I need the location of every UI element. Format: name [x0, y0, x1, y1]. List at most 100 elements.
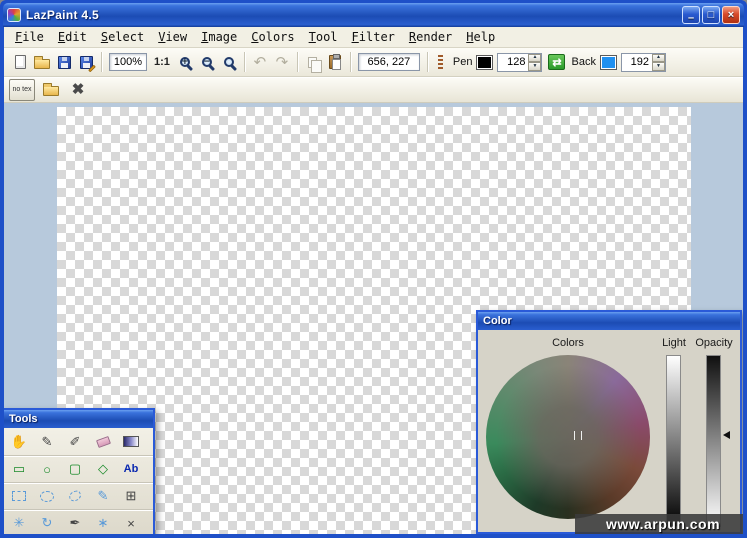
magic-wand-tool[interactable]: ✳ — [7, 512, 31, 534]
new-document-icon — [15, 55, 26, 69]
tools-panel-body: ✋ ✎ ✐ ▭ ○ ▢ ◇ Ab ✎ — [4, 428, 153, 534]
eraser-tool[interactable] — [91, 431, 115, 453]
save-button[interactable] — [53, 51, 75, 73]
text-tool[interactable]: Ab — [119, 458, 143, 480]
close-button[interactable]: × — [722, 6, 740, 24]
menu-help[interactable]: Help — [459, 28, 502, 46]
deformation-grid-tool[interactable]: ⊞ — [119, 485, 143, 507]
toolbar-separator — [350, 52, 351, 72]
new-image-button[interactable] — [9, 51, 31, 73]
undo-button[interactable]: ↶ — [249, 51, 271, 73]
menu-view[interactable]: View — [151, 28, 194, 46]
color-wheel[interactable] — [486, 355, 650, 519]
gradient-tool[interactable] — [119, 431, 143, 453]
paste-button[interactable] — [324, 51, 346, 73]
window-title: LazPaint 4.5 — [26, 8, 99, 22]
zoom-in-button[interactable]: + — [174, 51, 196, 73]
color-panel-title: Color — [483, 315, 512, 327]
copy-button[interactable] — [302, 51, 324, 73]
no-texture-button[interactable]: no tex — [9, 79, 35, 101]
close-icon: × — [728, 9, 734, 21]
pen-tool[interactable]: ✐ — [63, 431, 87, 453]
back-opacity-up-button[interactable]: ▲ — [652, 54, 665, 63]
menu-file[interactable]: File — [8, 28, 51, 46]
free-select-tool[interactable] — [63, 485, 87, 507]
pen-opacity-value[interactable]: 128 — [498, 54, 528, 71]
pen-opacity-up-button[interactable]: ▲ — [528, 54, 541, 63]
menu-tool[interactable]: Tool — [302, 28, 345, 46]
deformation-grid-icon: ⊞ — [126, 488, 137, 504]
toolbar-separator — [427, 52, 428, 72]
open-button[interactable] — [31, 51, 53, 73]
pan-tool[interactable]: ✋ — [7, 431, 31, 453]
back-opacity-down-button[interactable]: ▼ — [652, 62, 665, 71]
text-tool-icon: Ab — [124, 463, 139, 475]
workspace: Tools ✋ ✎ ✐ ▭ ○ ▢ ◇ Ab — [4, 103, 743, 534]
minus-sign: − — [202, 57, 212, 67]
paste-icon — [329, 55, 341, 69]
zoom-in-icon: + — [180, 57, 190, 67]
tools-row: ▭ ○ ▢ ◇ Ab — [4, 455, 153, 482]
zoom-1to1-button[interactable]: 1:1 — [150, 56, 174, 68]
rectangle-tool[interactable]: ▭ — [7, 458, 31, 480]
down-arrow-icon: ▼ — [533, 64, 538, 69]
swap-colors-button[interactable]: ⇄ — [548, 54, 565, 70]
pencil-tool[interactable]: ✎ — [35, 431, 59, 453]
pipette-icon: ✒ — [70, 515, 81, 531]
opacity-slider-marker[interactable] — [723, 431, 730, 439]
plus-sign: + — [180, 57, 190, 67]
menu-select[interactable]: Select — [94, 28, 151, 46]
main-toolbar: 100% 1:1 + − ↶ ↷ 656, 227 Pen 128 ▲ ▼ ⇄ … — [4, 48, 743, 76]
zoom-fit-button[interactable] — [218, 51, 240, 73]
save-as-button[interactable] — [75, 51, 97, 73]
maximize-button[interactable]: □ — [702, 6, 720, 24]
rotate-selection-tool[interactable]: ↻ — [35, 512, 59, 534]
menu-filter[interactable]: Filter — [345, 28, 402, 46]
rounded-rectangle-tool[interactable]: ▢ — [63, 458, 87, 480]
select-rectangle-tool[interactable] — [7, 485, 31, 507]
opacity-slider[interactable] — [706, 355, 721, 527]
pen-color-swatch[interactable] — [476, 55, 493, 70]
gradient-icon — [123, 436, 139, 447]
grip-handle-icon[interactable] — [438, 55, 443, 70]
select-pen-tool[interactable]: ✎ — [91, 485, 115, 507]
menu-colors[interactable]: Colors — [244, 28, 301, 46]
menu-render[interactable]: Render — [402, 28, 459, 46]
pen-opacity-down-button[interactable]: ▼ — [528, 62, 541, 71]
minimize-icon: – — [688, 12, 694, 24]
window-titlebar[interactable]: LazPaint 4.5 – □ × — [3, 3, 744, 27]
polygon-tool[interactable]: ◇ — [91, 458, 115, 480]
tools-panel-titlebar[interactable]: Tools — [4, 410, 153, 428]
light-slider[interactable] — [666, 355, 681, 527]
select-rectangle-icon — [12, 491, 26, 501]
spray-icon: ∗ — [98, 515, 109, 531]
color-panel: Color Colors Light Opacity — [476, 310, 742, 534]
pipette-tool[interactable]: ✒ — [63, 512, 87, 534]
open-texture-button[interactable] — [40, 79, 62, 101]
app-icon — [7, 8, 21, 22]
delete-selection-tool[interactable]: × — [119, 512, 143, 534]
remove-texture-button[interactable]: ✖ — [67, 79, 89, 101]
toolbar-separator — [297, 52, 298, 72]
select-ellipse-tool[interactable] — [35, 485, 59, 507]
color-wheel-marker[interactable] — [574, 431, 582, 440]
color-panel-titlebar[interactable]: Color — [478, 312, 740, 330]
menu-edit[interactable]: Edit — [51, 28, 94, 46]
save-icon — [58, 56, 71, 69]
pen-label: Pen — [449, 56, 477, 68]
tools-row: ✋ ✎ ✐ — [4, 428, 153, 455]
back-color-swatch[interactable] — [600, 55, 617, 70]
zoom-input[interactable]: 100% — [109, 53, 147, 71]
tools-panel: Tools ✋ ✎ ✐ ▭ ○ ▢ ◇ Ab — [4, 408, 155, 534]
watermark: www.arpun.com — [575, 514, 743, 534]
redo-button[interactable]: ↷ — [271, 51, 293, 73]
back-opacity-value[interactable]: 192 — [622, 54, 652, 71]
ellipse-tool[interactable]: ○ — [35, 458, 59, 480]
menu-image[interactable]: Image — [194, 28, 244, 46]
spray-tool[interactable]: ∗ — [91, 512, 115, 534]
eraser-icon — [96, 436, 111, 448]
opacity-label: Opacity — [688, 337, 740, 349]
zoom-out-button[interactable]: − — [196, 51, 218, 73]
magic-wand-icon: ✳ — [14, 515, 25, 531]
minimize-button[interactable]: – — [682, 6, 700, 24]
